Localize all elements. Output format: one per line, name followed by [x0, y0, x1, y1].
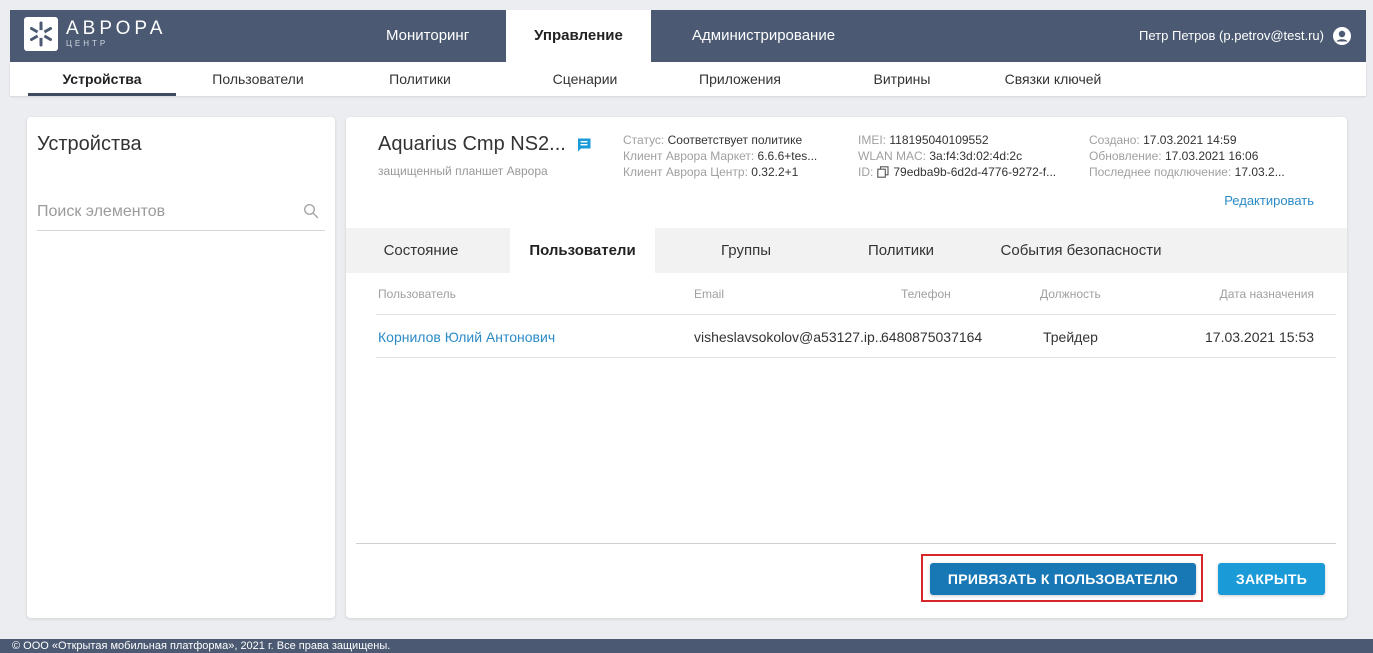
user-link[interactable]: Корнилов Юлий Антонович	[378, 329, 555, 345]
bind-to-user-button[interactable]: ПРИВЯЗАТЬ К ПОЛЬЗОВАТЕЛЮ	[930, 563, 1196, 595]
brand-logo[interactable]: АВРОРА ЦЕНТР	[24, 17, 166, 51]
device-subtitle: защищенный планшет Аврора	[378, 164, 548, 178]
imei-value: 118195040109552	[889, 133, 989, 147]
tab-groups[interactable]: Группы	[691, 228, 801, 273]
column-header-date[interactable]: Дата назначения	[1220, 287, 1314, 301]
subnav-policies[interactable]: Политики	[375, 62, 465, 96]
device-hardware-info: IMEI: 118195040109552 WLAN MAC: 3a:f4:3d…	[858, 133, 1057, 179]
user-account-icon	[1333, 27, 1351, 45]
actions-divider	[356, 543, 1336, 544]
tab-users[interactable]: Пользователи	[510, 228, 655, 273]
status-value: Соответствует политике	[667, 133, 803, 147]
wlan-mac-value: 3a:f4:3d:02:4d:2c	[929, 149, 1023, 163]
center-client-version: 0.32.2+1	[751, 165, 799, 179]
edit-link[interactable]: Редактировать	[1224, 193, 1314, 208]
column-header-phone[interactable]: Телефон	[901, 287, 951, 301]
brand-subtitle: ЦЕНТР	[66, 39, 109, 48]
table-header-divider	[376, 314, 1336, 315]
brand-title: АВРОРА	[66, 18, 167, 39]
page-footer: © ООО «Открытая мобильная платформа», 20…	[0, 639, 1373, 653]
top-tab-monitoring[interactable]: Мониторинг	[366, 10, 489, 62]
date-cell: 17.03.2021 15:53	[1205, 329, 1314, 345]
top-navbar: АВРОРА ЦЕНТР Мониторинг Управление Админ…	[10, 10, 1366, 62]
user-name: Петр Петров (p.petrov@test.ru)	[1139, 28, 1324, 43]
sub-navbar: Устройства Пользователи Политики Сценари…	[10, 62, 1366, 96]
devices-panel: Устройства	[27, 117, 335, 618]
search-input[interactable]	[37, 203, 297, 221]
subnav-users[interactable]: Пользователи	[196, 62, 320, 96]
device-id-value: 79edba9b-6d2d-4776-9272-f...	[893, 165, 1057, 179]
device-dates-info: Создано: 17.03.2021 14:59 Обновление: 17…	[1089, 133, 1285, 179]
user-menu[interactable]: Петр Петров (p.petrov@test.ru)	[1139, 10, 1352, 62]
device-tabs: Состояние Пользователи Группы Политики С…	[346, 228, 1347, 273]
last-connection-value: 17.03.2...	[1234, 165, 1285, 179]
aurora-logo-icon	[24, 17, 58, 51]
message-icon[interactable]	[576, 137, 592, 153]
subnav-devices[interactable]: Устройства	[28, 62, 176, 96]
tab-state[interactable]: Состояние	[366, 228, 476, 273]
updated-value: 17.03.2021 16:06	[1164, 149, 1259, 163]
subnav-scenarios[interactable]: Сценарии	[535, 62, 635, 96]
column-header-email[interactable]: Email	[694, 287, 724, 301]
close-button[interactable]: ЗАКРЫТЬ	[1218, 563, 1325, 595]
created-value: 17.03.2021 14:59	[1143, 133, 1237, 147]
column-header-position[interactable]: Должность	[1040, 287, 1101, 301]
position-cell: Трейдер	[1043, 329, 1098, 345]
top-tab-administration[interactable]: Администрирование	[672, 10, 855, 62]
subnav-showcases[interactable]: Витрины	[862, 62, 942, 96]
search-icon[interactable]	[303, 203, 319, 219]
row-divider	[376, 357, 1336, 358]
market-client-version: 6.6.6+tes...	[757, 149, 818, 163]
column-header-user[interactable]: Пользователь	[378, 287, 456, 301]
top-tab-management[interactable]: Управление	[506, 10, 651, 62]
tab-security-events[interactable]: События безопасности	[986, 228, 1176, 273]
device-header: Aquarius Cmp NS2... защищенный планшет А…	[378, 133, 592, 178]
device-name: Aquarius Cmp NS2...	[378, 133, 566, 155]
device-status-info: Статус: Соответствует политике Клиент Ав…	[623, 133, 818, 179]
device-detail-panel: Aquarius Cmp NS2... защищенный планшет А…	[346, 117, 1347, 618]
phone-cell: 6480875037164	[881, 329, 983, 345]
email-cell: visheslavsokolov@a53127.ip...	[694, 329, 887, 345]
subnav-keychains[interactable]: Связки ключей	[988, 62, 1118, 96]
panel-title: Устройства	[37, 133, 142, 155]
copy-icon[interactable]	[877, 166, 889, 178]
copyright-text: © ООО «Открытая мобильная платформа», 20…	[12, 640, 391, 652]
tab-policies[interactable]: Политики	[851, 228, 951, 273]
search-box	[37, 203, 325, 231]
subnav-applications[interactable]: Приложения	[685, 62, 795, 96]
